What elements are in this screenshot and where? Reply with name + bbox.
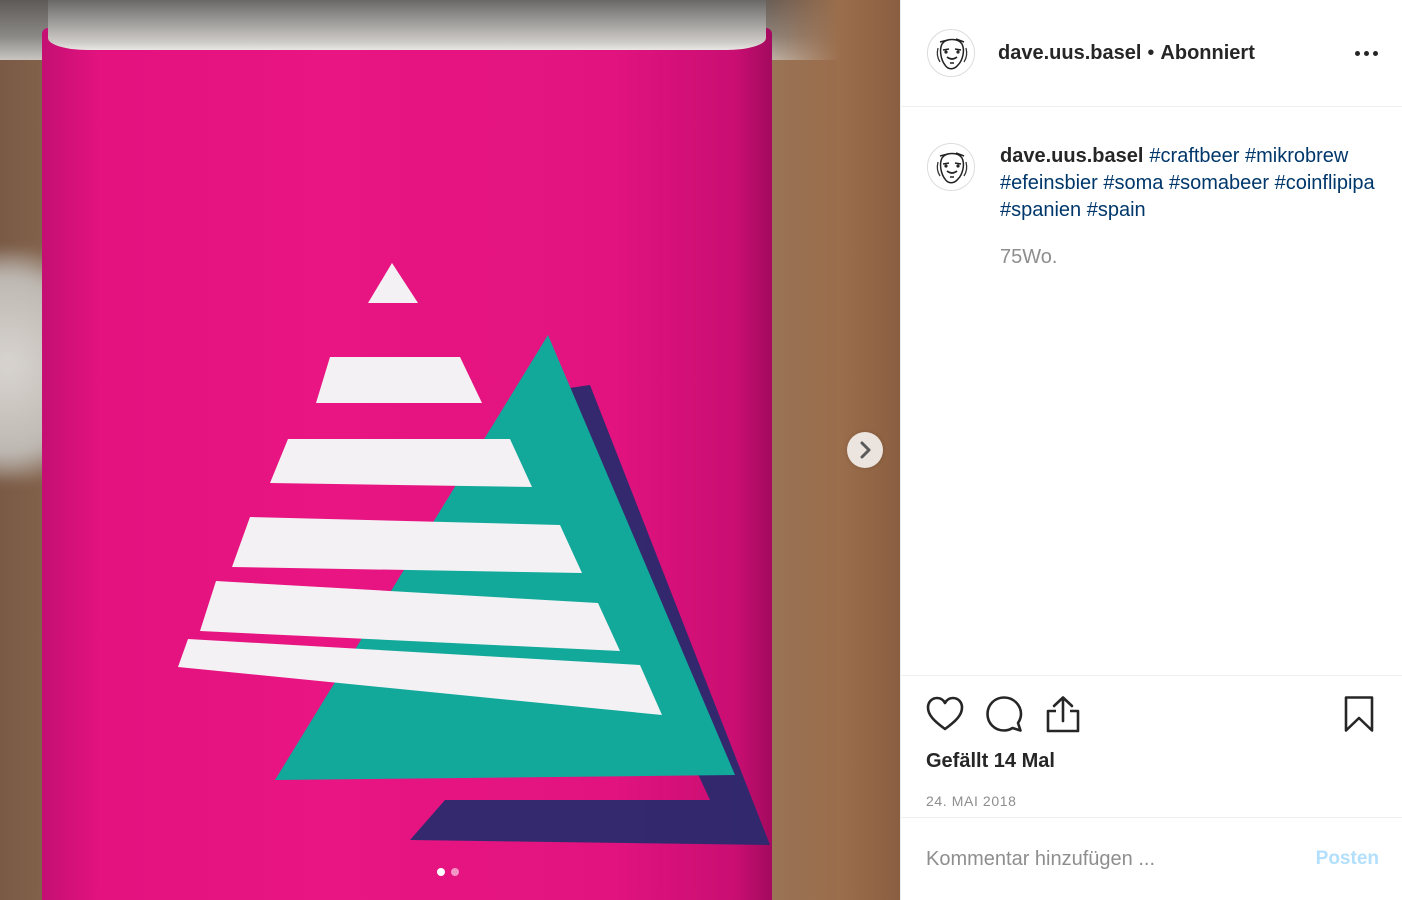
comment-button[interactable] [984, 694, 1024, 734]
share-upload-icon [1046, 696, 1080, 733]
caption: dave.uus.basel #craftbeer #mikrobrew #efe… [927, 143, 1377, 271]
post-date[interactable]: 24. MAI 2018 [926, 793, 1379, 809]
heart-icon [926, 696, 964, 731]
can-logo-graphic [178, 263, 770, 845]
carousel-indicator [437, 868, 459, 876]
bookmark-icon [1344, 696, 1374, 732]
comments-section[interactable]: dave.uus.basel #craftbeer #mikrobrew #efe… [901, 107, 1402, 675]
can-rim [48, 0, 766, 50]
avatar[interactable] [927, 29, 975, 77]
more-options-icon [1355, 50, 1360, 56]
more-options-button[interactable] [1355, 45, 1378, 62]
caption-username[interactable]: dave.uus.basel [1000, 145, 1143, 167]
carousel-dot [451, 868, 459, 876]
next-slide-button[interactable] [847, 432, 883, 468]
follow-status-button[interactable]: Abonniert [1160, 42, 1254, 65]
post-time-ago: 75Wo. [1000, 246, 1058, 268]
caption-avatar[interactable] [927, 143, 975, 191]
caption-text: dave.uus.basel #craftbeer #mikrobrew #efe… [1000, 143, 1377, 271]
likes-count[interactable]: Gefällt 14 Mal [926, 750, 1379, 773]
carousel-dot-active [437, 868, 445, 876]
avatar-image [928, 30, 974, 76]
share-button[interactable] [1043, 694, 1083, 734]
chevron-right-icon [860, 441, 871, 459]
comment-input[interactable] [926, 847, 1316, 871]
header-separator: • [1147, 41, 1155, 64]
post-actions: Gefällt 14 Mal 24. MAI 2018 [901, 675, 1402, 817]
header-username[interactable]: dave.uus.basel [998, 42, 1141, 65]
avatar-image [928, 144, 974, 190]
post-side-panel: dave.uus.basel • Abonniert dave.uus.base… [900, 0, 1402, 900]
add-comment-bar: Posten [901, 817, 1402, 900]
like-button[interactable] [925, 694, 965, 734]
more-options-dot [1364, 50, 1369, 56]
more-options-dot [1373, 50, 1378, 56]
comment-bubble-icon [986, 696, 1023, 732]
action-icons [925, 676, 1379, 750]
save-button[interactable] [1339, 694, 1379, 734]
post-header: dave.uus.basel • Abonniert [901, 0, 1402, 107]
post-media[interactable] [0, 0, 900, 900]
post-comment-button[interactable]: Posten [1316, 848, 1379, 870]
